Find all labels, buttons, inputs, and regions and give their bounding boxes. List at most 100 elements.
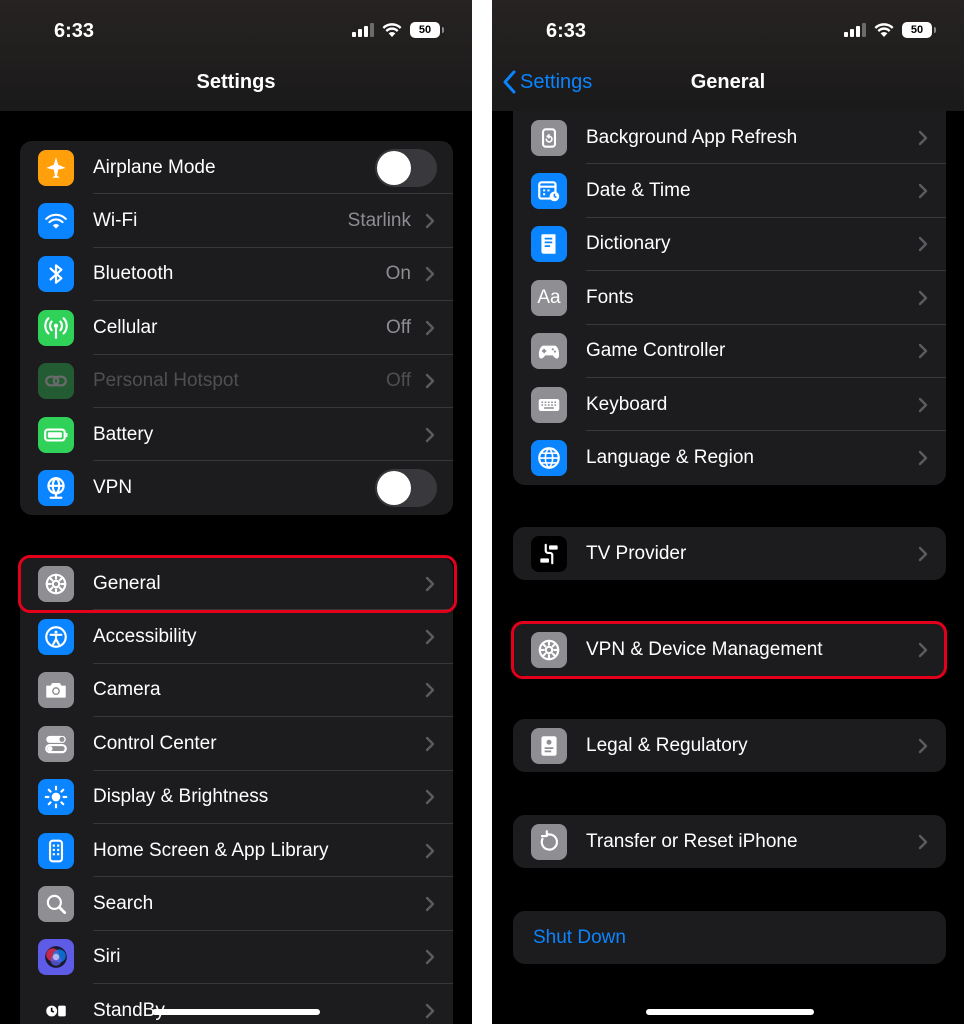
chevron-right-icon: [425, 213, 435, 229]
settings-row-wi-fi[interactable]: Wi-Fi Starlink: [20, 194, 453, 249]
airplane-icon: [38, 149, 74, 186]
legal-group: Legal & Regulatory: [513, 719, 946, 773]
nav-header: 6:33 50 Settings General: [492, 0, 964, 111]
settings-row-keyboard[interactable]: Keyboard: [513, 378, 946, 432]
settings-row-cellular[interactable]: Cellular Off: [20, 301, 453, 355]
page-title: Settings: [196, 71, 276, 93]
settings-row-standby[interactable]: StandBy: [20, 984, 453, 1024]
settings-row-legal-and-regulatory[interactable]: Legal & Regulatory: [513, 719, 946, 772]
row-label: Accessibility: [93, 626, 197, 648]
settings-row-airplane-mode[interactable]: Airplane Mode: [20, 141, 453, 195]
status-icons: 50: [844, 22, 936, 38]
camera-icon: [38, 672, 74, 709]
settings-row-camera[interactable]: Camera: [20, 664, 453, 718]
settings-row-transfer-or-reset-iphone[interactable]: Transfer or Reset iPhone: [513, 815, 946, 868]
chevron-right-icon: [425, 267, 435, 282]
chevron-right-icon: [425, 896, 435, 912]
settings-row-siri[interactable]: Siri: [20, 931, 453, 985]
row-label: Game Controller: [586, 340, 726, 362]
general-items-group: Background App Refresh Date & Time Diction…: [513, 111, 946, 485]
settings-screen: 6:33 50 Settings Airplane Mode Wi-Fi Starl…: [0, 0, 472, 1024]
gamepad-icon: [531, 333, 567, 370]
tv-provider-icon: [531, 535, 567, 572]
chevron-right-icon: [425, 427, 435, 442]
row-label: Control Center: [93, 732, 217, 754]
bluetooth-icon: [38, 256, 74, 293]
settings-row-language-and-region[interactable]: Language & Region: [513, 431, 946, 484]
row-label: Fonts: [586, 286, 634, 308]
row-label: Transfer or Reset iPhone: [586, 830, 798, 852]
fonts-icon: Aa: [531, 279, 567, 316]
chevron-right-icon: [918, 344, 928, 359]
tv-provider-group: TV Provider: [513, 527, 946, 581]
search-icon: [38, 886, 74, 923]
row-value: On: [385, 263, 411, 285]
settings-row-personal-hotspot: Personal Hotspot Off: [20, 355, 453, 409]
row-value: Off: [386, 370, 411, 392]
fonts-glyph: Aa: [537, 286, 561, 308]
row-label: Airplane Mode: [93, 156, 216, 178]
row-value: Off: [386, 316, 411, 338]
home-indicator[interactable]: [646, 1009, 814, 1015]
refresh-icon: [531, 119, 567, 156]
accessibility-icon: [38, 619, 74, 656]
chevron-right-icon: [425, 1003, 435, 1019]
wifi-status-icon: [382, 22, 402, 37]
settings-row-search[interactable]: Search: [20, 877, 453, 932]
phone-grid-icon: [38, 832, 74, 869]
battery-status-icon: 50: [902, 22, 936, 38]
row-label: Date & Time: [586, 180, 691, 202]
settings-row-vpn[interactable]: VPN: [20, 461, 453, 514]
settings-row-dictionary[interactable]: Dictionary: [513, 218, 946, 272]
transfer-group: Transfer or Reset iPhone: [513, 815, 946, 869]
settings-row-background-app-refresh[interactable]: Background App Refresh: [513, 111, 946, 165]
settings-row-battery[interactable]: Battery: [20, 408, 453, 462]
row-label: Keyboard: [586, 393, 668, 415]
settings-row-home-screen-and-app-library[interactable]: Home Screen & App Library: [20, 824, 453, 878]
settings-row-display-and-brightness[interactable]: Display & Brightness: [20, 771, 453, 825]
general-settings-group: General Accessibility Camera Control Center…: [20, 557, 453, 1024]
sun-icon: [38, 779, 74, 816]
general-screen: 6:33 50 Settings General Background App …: [492, 0, 964, 1024]
document-icon: [531, 727, 567, 764]
reset-icon: [531, 823, 567, 860]
row-label: Language & Region: [586, 447, 754, 469]
battery-icon: [38, 416, 74, 453]
settings-row-date-and-time[interactable]: Date & Time: [513, 164, 946, 219]
globe-icon: [531, 440, 567, 477]
chevron-right-icon: [918, 183, 928, 199]
keyboard-icon: [531, 386, 567, 423]
shut-down-button[interactable]: Shut Down: [533, 927, 626, 949]
chevron-right-icon: [425, 736, 435, 752]
chevron-right-icon: [425, 950, 435, 965]
settings-row-control-center[interactable]: Control Center: [20, 717, 453, 771]
vpn-toggle[interactable]: [375, 469, 437, 508]
chevron-right-icon: [918, 450, 928, 466]
airplane-mode-toggle[interactable]: [375, 148, 437, 187]
row-label: Wi-Fi: [93, 210, 138, 232]
settings-row-accessibility[interactable]: Accessibility: [20, 610, 453, 665]
chevron-right-icon: [425, 374, 435, 389]
switches-icon: [38, 725, 74, 762]
home-indicator[interactable]: [152, 1009, 320, 1015]
settings-row-tv-provider[interactable]: TV Provider: [513, 527, 946, 580]
book-icon: [531, 226, 567, 263]
row-label: Bluetooth: [93, 263, 174, 285]
chevron-right-icon: [918, 130, 928, 145]
row-label: Home Screen & App Library: [93, 839, 329, 861]
standby-icon: [38, 992, 74, 1024]
chevron-right-icon: [918, 237, 928, 252]
nav-header: 6:33 50 Settings: [0, 0, 472, 111]
status-icons: 50: [352, 22, 444, 38]
chevron-right-icon: [918, 738, 928, 753]
chevron-right-icon: [918, 397, 928, 412]
settings-row-fonts[interactable]: Aa Fonts: [513, 271, 946, 325]
chevron-right-icon: [425, 629, 435, 645]
row-label: Dictionary: [586, 233, 671, 255]
settings-row-game-controller[interactable]: Game Controller: [513, 325, 946, 379]
row-label: TV Provider: [586, 542, 687, 564]
settings-row-bluetooth[interactable]: Bluetooth On: [20, 248, 453, 302]
connectivity-group: Airplane Mode Wi-Fi Starlink Bluetooth On Cel…: [20, 141, 453, 515]
chevron-right-icon: [918, 834, 928, 849]
chevron-right-icon: [918, 290, 928, 306]
